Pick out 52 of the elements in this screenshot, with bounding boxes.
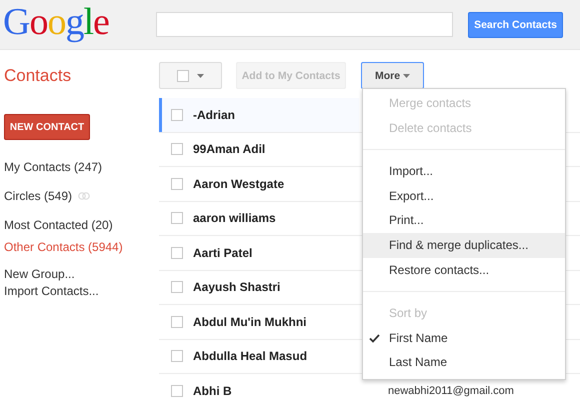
search-field[interactable]: [156, 12, 453, 37]
sidebar-link[interactable]: Import Contacts...: [4, 284, 159, 298]
contact-name: aaron williams: [193, 211, 276, 226]
checkbox[interactable]: [171, 384, 183, 397]
new-contact-button[interactable]: NEW CONTACT: [4, 114, 90, 140]
menu-option[interactable]: First Name: [389, 330, 448, 345]
group-link[interactable]: My Contacts (247): [4, 160, 102, 174]
contact-name: Aaron Westgate: [193, 176, 284, 191]
contact-row[interactable]: Abhi B: [159, 374, 359, 400]
contact-row[interactable]: -Adrian: [159, 98, 359, 132]
contact-row[interactable]: Abdulla Heal Masud: [159, 340, 359, 373]
circles-icon: [78, 191, 90, 201]
menu-item[interactable]: Restore contacts...: [363, 258, 565, 282]
contact-name: Aayush Shastri: [193, 280, 280, 294]
contact-name: Aarti Patel: [193, 246, 252, 260]
sidebar-link[interactable]: New Group...: [4, 267, 159, 281]
checkbox[interactable]: [171, 350, 183, 362]
menu-item[interactable]: Find & merge duplicates...: [363, 232, 565, 258]
group-link[interactable]: Circles (549): [4, 189, 72, 203]
contact-row[interactable]: Abdul Mu'in Mukhni: [159, 305, 359, 338]
page-title: Contacts: [3, 66, 72, 86]
checkbox[interactable]: [171, 178, 183, 190]
caret-icon: [403, 74, 410, 78]
contact-row[interactable]: Aarti Patel: [159, 236, 359, 270]
menu-heading: Sort by: [388, 305, 428, 322]
contact-name: Abdul Mu'in Mukhni: [193, 314, 306, 329]
group-link[interactable]: Other Contacts (5944): [4, 240, 123, 254]
menu-item[interactable]: Import...: [363, 159, 565, 184]
contact-row[interactable]: aaron williams: [159, 202, 359, 235]
menu-option[interactable]: Last Name: [389, 355, 448, 370]
caret-icon: [197, 74, 204, 78]
checkbox[interactable]: [171, 246, 183, 259]
checkbox[interactable]: [171, 212, 183, 224]
contact-row[interactable]: Aaron Westgate: [159, 167, 359, 200]
select-button[interactable]: [159, 62, 222, 89]
contact-email: newabhi2011@gmail.com: [388, 384, 514, 397]
contact-row[interactable]: Aayush Shastri: [159, 270, 359, 304]
contact-name: -Adrian: [193, 108, 235, 122]
checkbox[interactable]: [171, 108, 183, 121]
menu-item[interactable]: Print...: [363, 208, 565, 233]
contact-name: 99Aman Adil: [193, 142, 266, 156]
checkbox[interactable]: [177, 70, 189, 82]
checkbox[interactable]: [171, 143, 183, 156]
logo: Google: [2, 0, 110, 44]
menu-item[interactable]: Export...: [363, 184, 565, 208]
more-button[interactable]: More: [361, 62, 424, 89]
checkbox[interactable]: [171, 316, 183, 328]
contact-name: Abhi B: [193, 384, 232, 398]
checkbox[interactable]: [171, 281, 183, 294]
contact-name: Abdulla Heal Masud: [193, 349, 308, 364]
group-link[interactable]: Most Contacted (20): [4, 218, 113, 232]
contact-row[interactable]: 99Aman Adil: [159, 132, 359, 166]
